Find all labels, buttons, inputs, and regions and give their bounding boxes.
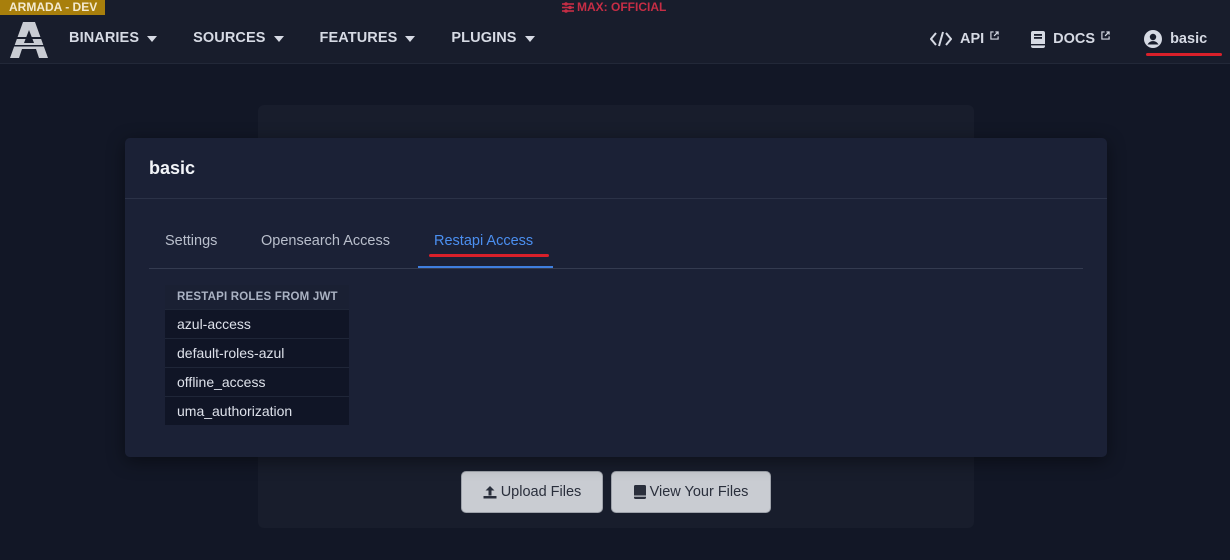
nav-sources-label: SOURCES xyxy=(193,30,266,46)
user-highlight-underline xyxy=(1146,53,1222,56)
tab-settings[interactable]: Settings xyxy=(165,233,217,249)
environment-badge: ARMADA - DEV xyxy=(0,0,106,15)
classification-banner: MAX: OFFICIAL xyxy=(562,0,666,14)
nav-plugins-label: PLUGINS xyxy=(451,30,517,46)
book-icon xyxy=(1031,30,1046,48)
top-navbar: ARMADA - DEV MAX: OFFICIAL BINARIES SOUR… xyxy=(0,0,1230,64)
table-row: default-roles-azul xyxy=(165,337,349,367)
nav-user-label: basic xyxy=(1170,31,1208,47)
armada-logo[interactable] xyxy=(10,20,48,60)
upload-files-button[interactable]: Upload Files xyxy=(461,471,603,513)
caret-down-icon xyxy=(524,35,535,42)
caret-down-icon xyxy=(147,35,158,42)
modal-title: basic xyxy=(149,157,196,178)
caret-down-icon xyxy=(273,35,284,42)
upload-files-label: Upload Files xyxy=(500,484,582,500)
active-tab-indicator xyxy=(418,266,553,268)
table-row: uma_authorization xyxy=(165,395,349,425)
primary-nav: BINARIES SOURCES FEATURES PLUGINS xyxy=(69,30,571,46)
nav-api-label: API xyxy=(960,31,985,47)
role-cell: offline_access xyxy=(165,366,349,396)
nav-binaries-label: BINARIES xyxy=(69,30,140,46)
nav-sources[interactable]: SOURCES xyxy=(193,30,284,46)
role-cell: default-roles-azul xyxy=(165,337,349,367)
external-link-icon xyxy=(990,30,999,40)
nav-docs-label: DOCS xyxy=(1053,31,1096,47)
table-header-row: RESTAPI ROLES FROM JWT xyxy=(165,285,349,309)
restapi-roles-table: RESTAPI ROLES FROM JWT azul-access defau… xyxy=(165,285,349,425)
user-details-modal: basic Settings Opensearch Access Restapi… xyxy=(125,138,1107,457)
classification-label: MAX: OFFICIAL xyxy=(577,0,667,14)
tab-restapi-access[interactable]: Restapi Access xyxy=(434,233,533,249)
nav-api-link[interactable]: API xyxy=(930,30,999,47)
view-your-files-label: View Your Files xyxy=(649,484,749,500)
user-circle-icon xyxy=(1144,30,1163,48)
secondary-nav: API DOCS basic xyxy=(930,30,1207,48)
nav-plugins[interactable]: PLUGINS xyxy=(451,30,535,46)
nav-features-label: FEATURES xyxy=(319,30,398,46)
sliders-icon xyxy=(562,1,574,13)
book-icon xyxy=(633,485,646,499)
tab-highlight-underline xyxy=(429,254,549,257)
role-cell: azul-access xyxy=(165,308,349,338)
modal-header: basic xyxy=(125,138,1107,199)
table-row: azul-access xyxy=(165,308,349,338)
view-your-files-button[interactable]: View Your Files xyxy=(611,471,771,513)
table-header-roles: RESTAPI ROLES FROM JWT xyxy=(165,285,349,309)
nav-user-menu[interactable]: basic xyxy=(1144,30,1207,48)
nav-binaries[interactable]: BINARIES xyxy=(69,30,158,46)
external-link-icon xyxy=(1101,30,1110,40)
table-row: offline_access xyxy=(165,366,349,396)
tab-opensearch-access[interactable]: Opensearch Access xyxy=(261,233,390,249)
modal-tabs: Settings Opensearch Access Restapi Acces… xyxy=(149,221,1083,269)
caret-down-icon xyxy=(405,35,416,42)
upload-icon xyxy=(483,486,497,499)
code-icon xyxy=(930,31,952,47)
nav-features[interactable]: FEATURES xyxy=(320,30,416,46)
role-cell: uma_authorization xyxy=(165,395,349,425)
nav-docs-link[interactable]: DOCS xyxy=(1031,30,1110,48)
